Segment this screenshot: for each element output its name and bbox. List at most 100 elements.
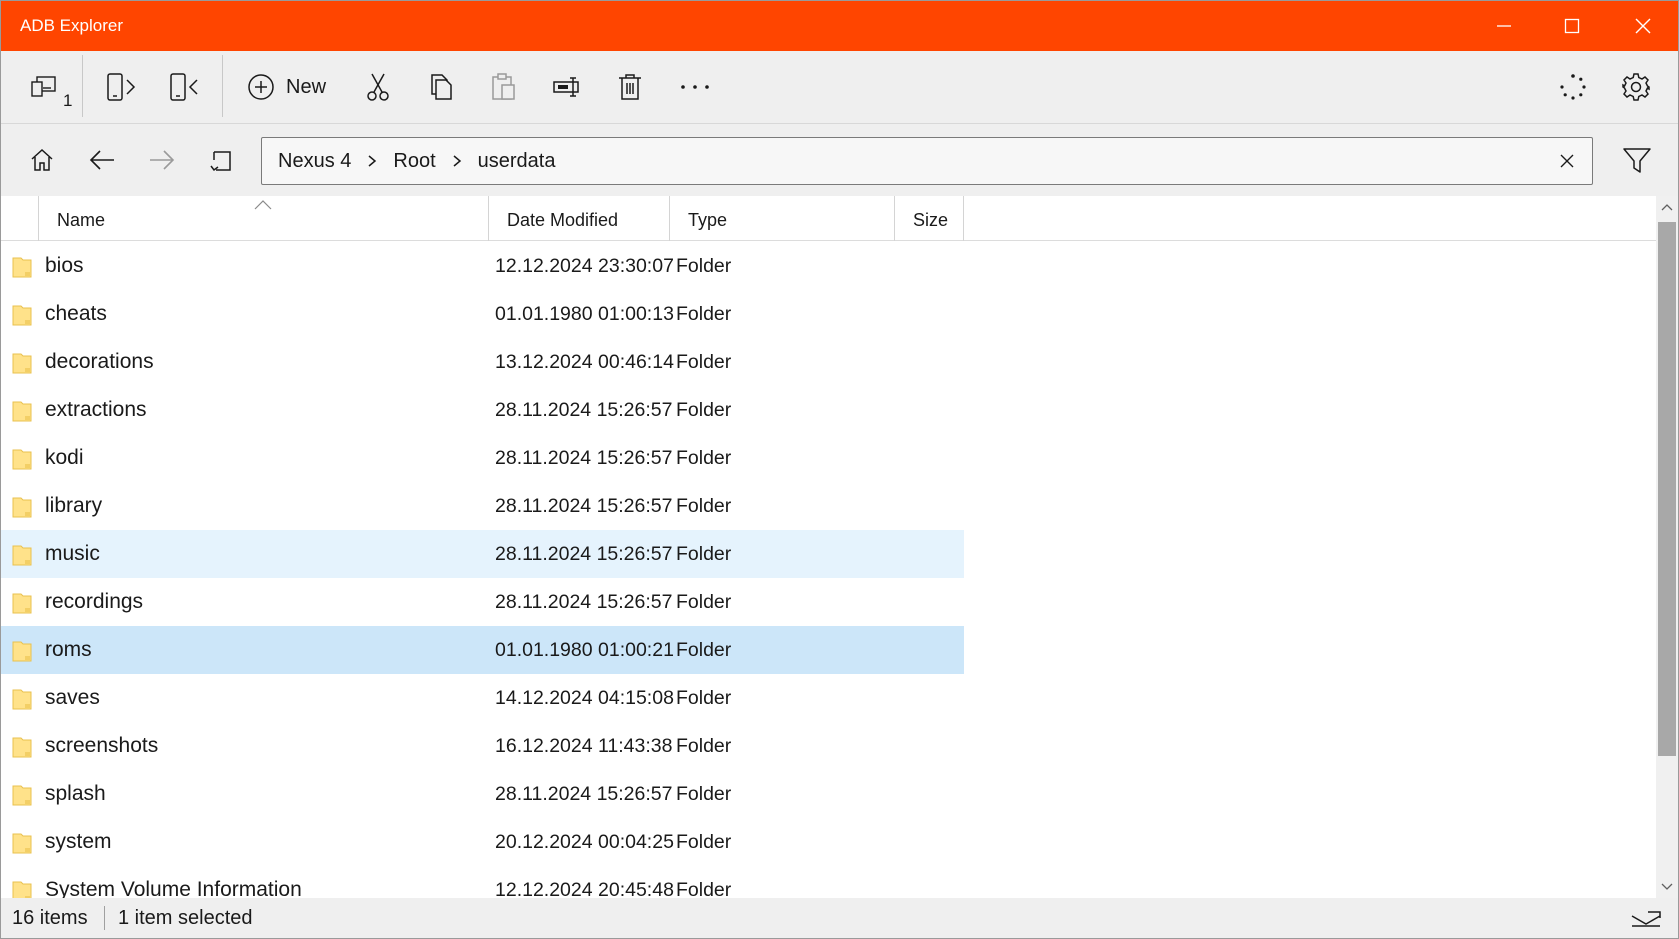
file-name: saves — [45, 686, 100, 709]
column-header-name[interactable]: Name — [38, 196, 488, 241]
file-date: 28.11.2024 15:26:57 — [495, 543, 673, 565]
devices-icon — [31, 76, 56, 97]
folder-icon — [12, 833, 32, 854]
status-bar: 16 items 1 item selected — [1, 898, 1678, 938]
file-date: 01.01.1980 01:00:13 — [495, 303, 674, 325]
table-row[interactable]: kodi 28.11.2024 15:26:57 Folder — [1, 434, 964, 482]
table-row[interactable]: extractions 28.11.2024 15:26:57 Folder — [1, 386, 964, 434]
rename-icon — [553, 77, 579, 97]
back-arrow-icon — [89, 150, 114, 170]
chevron-right-icon[interactable] — [367, 154, 377, 168]
file-name: cheats — [45, 302, 107, 325]
command-bar: 1 New — [1, 51, 1678, 124]
column-header-date[interactable]: Date Modified — [488, 196, 669, 241]
file-type: Folder — [676, 495, 732, 517]
file-name: kodi — [45, 446, 84, 469]
table-row[interactable]: screenshots 16.12.2024 11:43:38 Folder — [1, 722, 964, 770]
table-row-selected[interactable]: roms 01.01.1980 01:00:21 Folder — [1, 626, 964, 674]
refresh-button[interactable] — [200, 138, 244, 182]
copy-button[interactable] — [419, 65, 463, 109]
maximize-button[interactable] — [1538, 1, 1606, 51]
folder-icon — [12, 737, 32, 758]
table-row[interactable]: System Volume Information 12.12.2024 20:… — [1, 866, 964, 898]
folder-icon — [12, 545, 32, 566]
file-date: 28.11.2024 15:26:57 — [495, 447, 673, 469]
folder-icon — [12, 449, 32, 470]
devices-button[interactable] — [23, 65, 67, 109]
scroll-up-button[interactable] — [1656, 196, 1678, 218]
table-row[interactable]: library 28.11.2024 15:26:57 Folder — [1, 482, 964, 530]
breadcrumb-device[interactable]: Nexus 4 — [278, 150, 351, 173]
table-row[interactable]: decorations 13.12.2024 00:46:14 Folder — [1, 338, 964, 386]
folder-icon — [12, 257, 32, 278]
file-name: screenshots — [45, 734, 159, 757]
file-date: 14.12.2024 04:15:08 — [495, 687, 674, 709]
file-name: recordings — [45, 590, 144, 613]
clear-path-button[interactable] — [1554, 148, 1580, 174]
filter-button[interactable] — [1613, 136, 1661, 184]
push-icon — [107, 73, 136, 101]
breadcrumb-root[interactable]: Root — [393, 150, 435, 173]
folder-icon — [12, 401, 32, 422]
file-date: 28.11.2024 15:26:57 — [495, 591, 673, 613]
file-name: roms — [45, 638, 92, 661]
rename-button[interactable] — [545, 65, 589, 109]
table-row-hovered[interactable]: music 28.11.2024 15:26:57 Folder — [1, 530, 964, 578]
table-row[interactable]: splash 28.11.2024 15:26:57 Folder — [1, 770, 964, 818]
table-row[interactable]: recordings 28.11.2024 15:26:57 Folder — [1, 578, 964, 626]
file-type: Folder — [676, 543, 732, 565]
pull-button[interactable] — [161, 65, 205, 109]
minimize-button[interactable] — [1470, 1, 1538, 51]
folder-icon — [12, 353, 32, 374]
column-header-size[interactable]: Size — [894, 196, 964, 241]
close-button[interactable] — [1609, 1, 1677, 51]
file-date: 28.11.2024 15:26:57 — [495, 399, 673, 421]
close-icon — [1560, 154, 1574, 168]
minimize-icon — [1497, 25, 1511, 27]
more-button[interactable] — [673, 65, 717, 109]
path-bar[interactable]: Nexus 4 Root userdata — [261, 137, 1593, 185]
app-window: ADB Explorer 1 New Nexus 4 Root userdata… — [0, 0, 1679, 939]
table-row[interactable]: saves 14.12.2024 04:15:08 Folder — [1, 674, 964, 722]
expand-panel-icon[interactable] — [1628, 908, 1664, 928]
column-header-row: Name Date Modified Type Size — [1, 196, 1656, 241]
cut-button[interactable] — [356, 65, 400, 109]
vertical-scrollbar[interactable] — [1656, 196, 1678, 898]
scrollbar-thumb[interactable] — [1658, 222, 1676, 756]
folder-icon — [12, 305, 32, 326]
device-count: 1 — [63, 91, 73, 110]
back-button[interactable] — [80, 138, 124, 182]
folder-icon — [12, 641, 32, 662]
file-name: library — [45, 494, 103, 517]
folder-icon — [12, 593, 32, 614]
home-button[interactable] — [20, 138, 64, 182]
table-row[interactable]: bios 12.12.2024 23:30:07 Folder — [1, 242, 964, 290]
item-count: 16 items — [12, 907, 88, 929]
filter-icon — [1623, 148, 1651, 173]
push-button[interactable] — [98, 65, 142, 109]
file-date: 20.12.2024 00:04:25 — [495, 831, 674, 853]
progress-button[interactable] — [1551, 65, 1595, 109]
table-row[interactable]: cheats 01.01.1980 01:00:13 Folder — [1, 290, 964, 338]
forward-button[interactable] — [140, 138, 184, 182]
table-row[interactable]: system 20.12.2024 00:04:25 Folder — [1, 818, 964, 866]
scroll-down-button[interactable] — [1656, 876, 1678, 898]
file-date: 16.12.2024 11:43:38 — [495, 735, 673, 757]
new-button[interactable]: New — [246, 65, 341, 109]
file-name: System Volume Information — [45, 878, 302, 898]
file-name: splash — [45, 782, 106, 805]
column-header-type[interactable]: Type — [669, 196, 894, 241]
paste-icon — [492, 73, 515, 100]
folder-icon — [12, 881, 32, 898]
settings-button[interactable] — [1614, 65, 1658, 109]
paste-button[interactable] — [482, 65, 526, 109]
chevron-up-icon — [1661, 204, 1673, 211]
title-bar[interactable]: ADB Explorer — [1, 1, 1678, 51]
file-date: 13.12.2024 00:46:14 — [495, 351, 674, 373]
pull-icon — [170, 73, 198, 101]
file-type: Folder — [676, 255, 732, 277]
breadcrumb-current[interactable]: userdata — [478, 150, 556, 173]
chevron-right-icon[interactable] — [452, 154, 462, 168]
delete-button[interactable] — [608, 65, 652, 109]
app-title: ADB Explorer — [20, 16, 123, 35]
